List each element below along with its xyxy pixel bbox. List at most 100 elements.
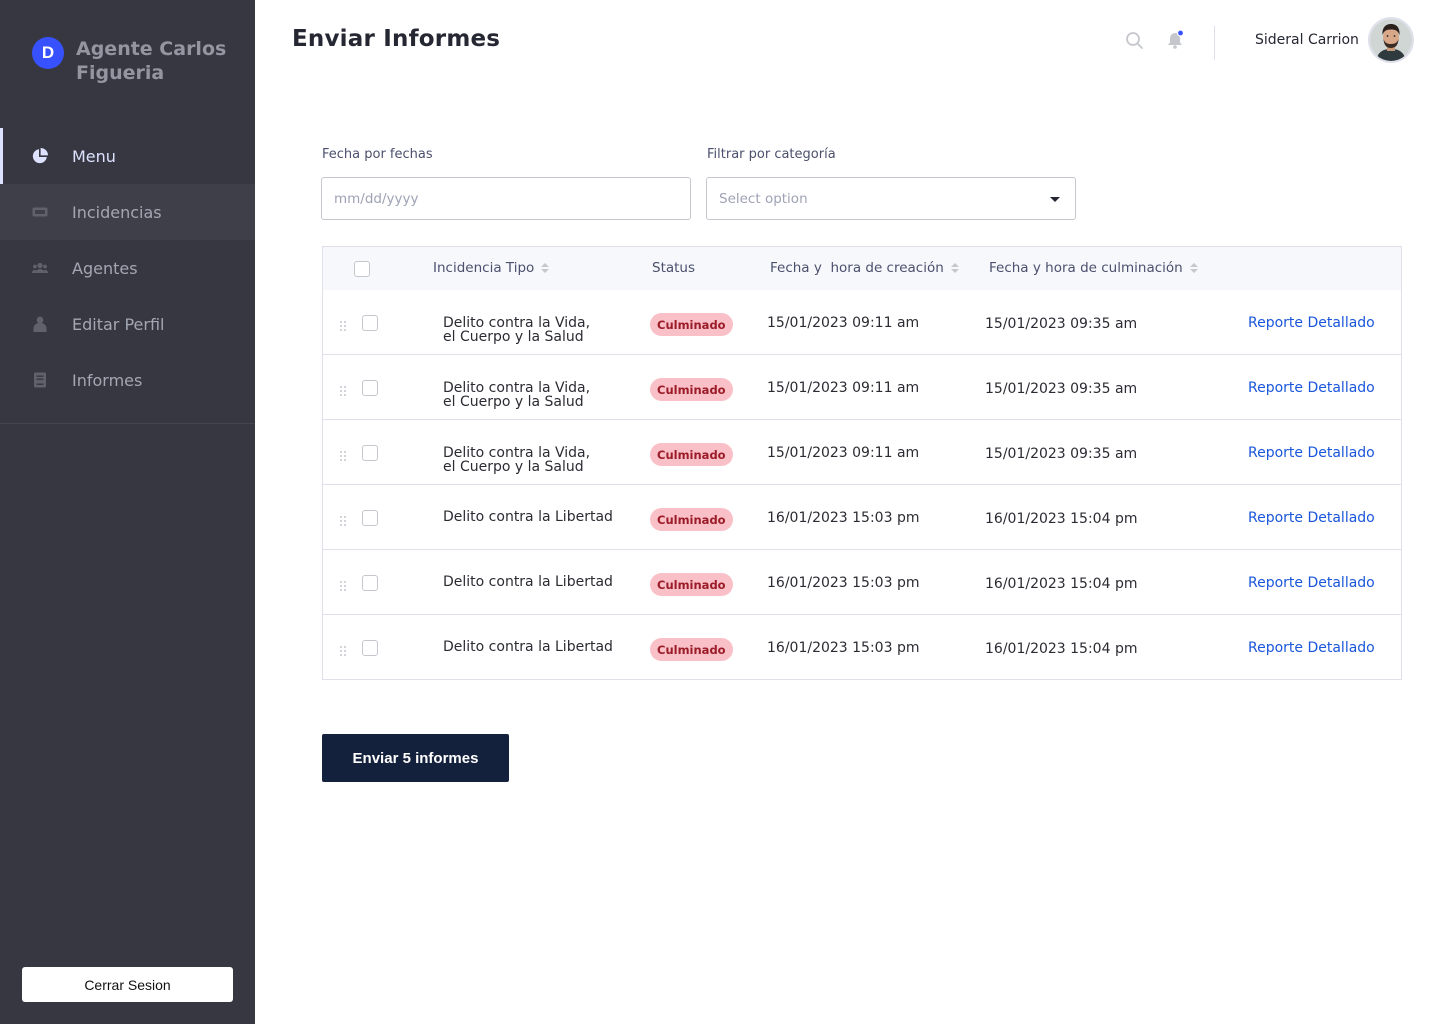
- column-header-label: Fecha y hora de creación: [770, 260, 944, 276]
- incident-type: Delito contra la Libertad: [443, 509, 613, 525]
- table-row: Delito contra la Libertad Culminado 16/0…: [323, 485, 1401, 550]
- drag-handle-icon[interactable]: [339, 512, 347, 526]
- finished-date: 15/01/2023 09:35 am: [985, 316, 1138, 332]
- sidebar-item-label: Informes: [72, 370, 143, 390]
- date-filter-input[interactable]: [321, 177, 691, 220]
- sort-icon[interactable]: [1189, 263, 1198, 273]
- brand-name: Agente Carlos Figueria: [76, 38, 227, 84]
- drag-handle-icon[interactable]: [339, 382, 347, 396]
- incident-type: Delito contra la Vida, el Cuerpo y la Sa…: [443, 316, 633, 344]
- notification-dot: [1176, 29, 1185, 37]
- book-icon: [32, 372, 48, 388]
- incident-type-line: el Cuerpo y la Salud: [443, 329, 584, 345]
- avatar[interactable]: [1368, 17, 1414, 63]
- sidebar-item-informes[interactable]: Informes: [0, 352, 255, 408]
- incident-type: Delito contra la Libertad: [443, 639, 613, 655]
- bell-icon[interactable]: [1166, 29, 1185, 50]
- page-title: Enviar Informes: [292, 26, 501, 52]
- incident-type-line: el Cuerpo y la Salud: [443, 459, 584, 475]
- user-icon: [32, 316, 48, 332]
- drag-handle-icon[interactable]: [339, 577, 347, 591]
- sidebar-divider: [0, 423, 255, 424]
- status-badge: Culminado: [650, 443, 733, 466]
- column-header-label: Incidencia Tipo: [433, 260, 535, 276]
- drag-handle-icon[interactable]: [339, 642, 347, 656]
- sidebar: D Agente Carlos Figueria Menu Incidencia…: [0, 0, 255, 1024]
- column-header-label: Fecha y hora de culminación: [989, 260, 1183, 276]
- incident-type: Delito contra la Vida, el Cuerpo y la Sa…: [443, 381, 633, 409]
- sidebar-item-incidencias[interactable]: Incidencias: [0, 184, 255, 240]
- sort-icon[interactable]: [950, 263, 959, 273]
- select-all-checkbox[interactable]: [354, 261, 370, 277]
- created-date: 16/01/2023 15:03 pm: [767, 510, 920, 526]
- reports-table: Incidencia Tipo Status Fecha y hora de c…: [322, 246, 1402, 680]
- ticket-icon: [32, 204, 48, 220]
- table-header: Incidencia Tipo Status Fecha y hora de c…: [323, 247, 1401, 290]
- brand-logo: D: [32, 37, 64, 69]
- row-checkbox[interactable]: [362, 315, 378, 331]
- sort-icon[interactable]: [541, 263, 550, 273]
- caret-down-icon: [1050, 197, 1060, 202]
- send-reports-button[interactable]: Enviar 5 informes: [322, 734, 509, 782]
- created-date: 16/01/2023 15:03 pm: [767, 575, 920, 591]
- sidebar-item-label: Agentes: [72, 258, 138, 278]
- finished-date: 15/01/2023 09:35 am: [985, 446, 1138, 462]
- created-date: 15/01/2023 09:11 am: [767, 445, 920, 461]
- table-row: Delito contra la Libertad Culminado 16/0…: [323, 615, 1401, 680]
- detailed-report-link[interactable]: Reporte Detallado: [1248, 445, 1375, 461]
- detailed-report-link[interactable]: Reporte Detallado: [1248, 640, 1375, 656]
- table-row: Delito contra la Vida, el Cuerpo y la Sa…: [323, 355, 1401, 420]
- user-name[interactable]: Sideral Carrion: [1255, 32, 1359, 48]
- finished-date: 16/01/2023 15:04 pm: [985, 641, 1138, 657]
- column-header-finished[interactable]: Fecha y hora de culminación: [989, 260, 1198, 276]
- table-row: Delito contra la Vida, el Cuerpo y la Sa…: [323, 420, 1401, 485]
- category-select[interactable]: Select option: [706, 177, 1076, 220]
- row-checkbox[interactable]: [362, 510, 378, 526]
- users-icon: [32, 260, 48, 276]
- date-filter-label: Fecha por fechas: [322, 147, 433, 162]
- status-badge: Culminado: [650, 638, 733, 661]
- sidebar-item-menu[interactable]: Menu: [0, 128, 255, 184]
- brand: D Agente Carlos Figueria: [32, 37, 236, 85]
- sidebar-item-editar-perfil[interactable]: Editar Perfil: [0, 296, 255, 352]
- sidebar-item-label: Editar Perfil: [72, 314, 165, 334]
- created-date: 15/01/2023 09:11 am: [767, 315, 920, 331]
- sidebar-item-label: Menu: [72, 146, 116, 166]
- finished-date: 15/01/2023 09:35 am: [985, 381, 1138, 397]
- status-badge: Culminado: [650, 573, 733, 596]
- header-separator: [1214, 26, 1215, 60]
- column-header-status: Status: [652, 260, 695, 276]
- sidebar-nav: Menu Incidencias Agentes Editar Perfil I…: [0, 128, 255, 408]
- table-row: Delito contra la Vida, el Cuerpo y la Sa…: [323, 290, 1401, 355]
- row-checkbox[interactable]: [362, 380, 378, 396]
- incident-type-line: el Cuerpo y la Salud: [443, 394, 584, 410]
- sidebar-item-label: Incidencias: [72, 202, 162, 222]
- detailed-report-link[interactable]: Reporte Detallado: [1248, 575, 1375, 591]
- created-date: 16/01/2023 15:03 pm: [767, 640, 920, 656]
- created-date: 15/01/2023 09:11 am: [767, 380, 920, 396]
- column-header-type[interactable]: Incidencia Tipo: [433, 260, 550, 276]
- incident-type: Delito contra la Vida, el Cuerpo y la Sa…: [443, 446, 633, 474]
- logout-button[interactable]: Cerrar Sesion: [22, 967, 233, 1002]
- detailed-report-link[interactable]: Reporte Detallado: [1248, 380, 1375, 396]
- pie-chart-icon: [32, 148, 48, 164]
- drag-handle-icon[interactable]: [339, 317, 347, 331]
- date-input-field[interactable]: [334, 190, 690, 207]
- status-badge: Culminado: [650, 508, 733, 531]
- status-badge: Culminado: [650, 313, 733, 336]
- row-checkbox[interactable]: [362, 575, 378, 591]
- row-checkbox[interactable]: [362, 445, 378, 461]
- column-header-created[interactable]: Fecha y hora de creación: [770, 260, 959, 276]
- category-select-value: Select option: [719, 190, 808, 207]
- finished-date: 16/01/2023 15:04 pm: [985, 576, 1138, 592]
- row-checkbox[interactable]: [362, 640, 378, 656]
- search-icon[interactable]: [1125, 31, 1145, 51]
- detailed-report-link[interactable]: Reporte Detallado: [1248, 510, 1375, 526]
- detailed-report-link[interactable]: Reporte Detallado: [1248, 315, 1375, 331]
- category-filter-label: Filtrar por categoría: [707, 147, 836, 162]
- drag-handle-icon[interactable]: [339, 447, 347, 461]
- table-row: Delito contra la Libertad Culminado 16/0…: [323, 550, 1401, 615]
- finished-date: 16/01/2023 15:04 pm: [985, 511, 1138, 527]
- status-badge: Culminado: [650, 378, 733, 401]
- sidebar-item-agentes[interactable]: Agentes: [0, 240, 255, 296]
